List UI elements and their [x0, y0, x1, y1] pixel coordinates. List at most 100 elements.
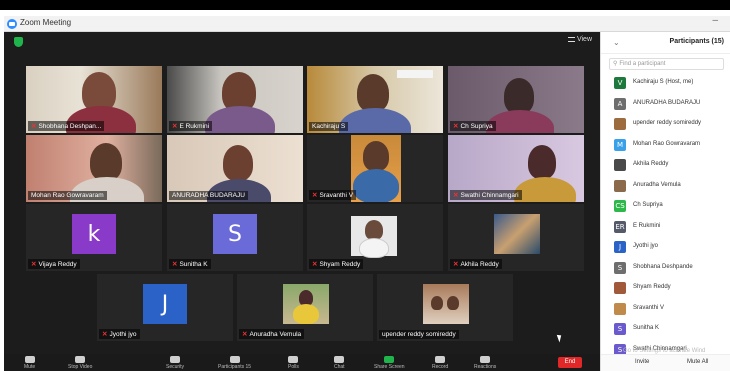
participant-search-input[interactable]: ⚲ Find a participant: [609, 58, 724, 70]
panel-title: Participants (15): [669, 38, 724, 45]
view-button[interactable]: View: [567, 36, 592, 43]
video-tile[interactable]: J ✕ Jyothi jyo: [97, 274, 233, 341]
end-meeting-button[interactable]: End: [558, 357, 582, 368]
participant-name: ANURADHA BUDARAJU: [633, 99, 701, 106]
video-tile[interactable]: ✕ Sravanthi V: [307, 135, 443, 202]
muted-mic-icon: ✕: [242, 331, 248, 338]
video-camera-icon: [75, 356, 86, 363]
participant-avatar: [614, 179, 626, 192]
participant-avatar: S: [614, 261, 626, 274]
participant-name: Ch Supriya: [633, 202, 663, 208]
muted-mic-icon: ✕: [453, 261, 459, 268]
video-tile[interactable]: Mohan Rao Gowravaram: [26, 135, 162, 202]
chat-button[interactable]: Chat: [334, 356, 345, 370]
participant-avatar: [614, 118, 626, 130]
video-tile[interactable]: ✕ Akhila Reddy: [448, 204, 584, 271]
tile-name-label: upender reddy somireddy: [379, 330, 459, 339]
participant-name: Shyam Reddy: [633, 284, 671, 290]
tile-name-label: ✕ Anuradha Vemula: [239, 329, 305, 339]
participant-row[interactable]: ER E Rukmini: [601, 217, 730, 238]
record-button[interactable]: Record: [432, 356, 448, 370]
participant-avatar: [614, 282, 626, 294]
participants-button[interactable]: Participants 15: [218, 356, 251, 370]
participants-panel: ⌄ Participants (15) ⚲ Find a participant …: [600, 32, 730, 371]
muted-mic-icon: ✕: [453, 123, 459, 130]
video-tile[interactable]: k ✕ Vijaya Reddy: [26, 204, 162, 271]
participant-avatar: [614, 159, 626, 171]
participant-row[interactable]: M Mohan Rao Gowravaram: [601, 135, 730, 156]
avatar: J: [143, 284, 187, 324]
chevron-down-icon[interactable]: ⌄: [613, 38, 620, 47]
security-shield-icon[interactable]: [14, 37, 23, 47]
participant-row[interactable]: upender reddy somireddy: [601, 114, 730, 135]
video-tile[interactable]: ✕ E Rukmini: [167, 66, 303, 133]
avatar: k: [72, 214, 116, 254]
muted-mic-icon: ✕: [453, 192, 459, 199]
meeting-gallery: View ✕ Shobhana Deshpan... ✕ E Rukmini Kac…: [4, 32, 600, 354]
participant-row[interactable]: Sravanthi V: [601, 299, 730, 320]
bar-chart-icon: [288, 356, 299, 363]
tile-name-label: ✕ Sunitha K: [169, 259, 211, 269]
mouse-cursor-icon: [556, 333, 564, 343]
avatar: S: [213, 214, 257, 254]
participant-avatar: M: [614, 138, 626, 151]
panel-header: ⌄ Participants (15): [601, 32, 730, 54]
video-tile[interactable]: upender reddy somireddy: [377, 274, 513, 341]
video-tile[interactable]: ✕ Anuradha Vemula: [237, 274, 373, 341]
participant-row[interactable]: CS Ch Supriya: [601, 196, 730, 217]
mute-all-button[interactable]: Mute All: [687, 359, 708, 365]
share-screen-button[interactable]: Share Screen: [374, 356, 405, 370]
video-tile[interactable]: ANURADHA BUDARAJU: [167, 135, 303, 202]
profile-photo: [351, 216, 397, 258]
participant-avatar: ER: [614, 220, 626, 233]
title-bar: Zoom Meeting –: [4, 15, 730, 32]
video-tile[interactable]: S ✕ Sunitha K: [167, 204, 303, 271]
polls-button[interactable]: Polls: [288, 356, 299, 370]
reaction-emoji-icon: [480, 356, 491, 363]
video-tile[interactable]: ✕ Shobhana Deshpan...: [26, 66, 162, 133]
participant-name: Akhila Reddy: [633, 161, 669, 167]
tile-name-label: ✕ Swathi Chinnamgari: [450, 190, 522, 200]
participant-row[interactable]: Anuradha Vemula: [601, 176, 730, 197]
profile-photo: [423, 284, 469, 324]
participant-row[interactable]: S Shobhana Deshpande: [601, 258, 730, 279]
video-tile-active-speaker[interactable]: Kachiraju S: [307, 66, 443, 133]
chat-bubble-icon: [334, 356, 345, 363]
tile-name-label: ✕ Vijaya Reddy: [28, 259, 80, 269]
view-label: View: [576, 36, 592, 43]
tile-name-label: Mohan Rao Gowravaram: [28, 191, 107, 200]
tile-name-label: ✕ Sravanthi V: [309, 190, 357, 200]
participant-row[interactable]: A ANURADHA BUDARAJU: [601, 94, 730, 115]
participant-row[interactable]: V Kachiraju S (Host, me): [601, 73, 730, 94]
grid-view-icon: [567, 36, 575, 42]
security-button[interactable]: Security: [166, 356, 184, 370]
participant-name: Sunitha K: [633, 325, 660, 331]
tile-name-label: ✕ Shyam Reddy: [309, 259, 364, 269]
participant-avatar: S: [614, 323, 626, 335]
minimize-icon[interactable]: –: [712, 15, 718, 26]
tile-name-label: Kachiraju S: [309, 122, 349, 131]
video-tile[interactable]: ✕ Ch Supriya: [448, 66, 584, 133]
participant-row[interactable]: Shyam Reddy: [601, 278, 730, 299]
muted-mic-icon: ✕: [312, 261, 318, 268]
reactions-button[interactable]: Reactions: [474, 356, 496, 370]
record-icon: [435, 356, 446, 363]
video-tile[interactable]: ✕ Shyam Reddy: [307, 204, 443, 271]
participant-avatar: [614, 302, 626, 315]
invite-button[interactable]: Invite: [635, 359, 649, 365]
participant-avatar: J: [614, 241, 626, 253]
tile-name-label: ✕ Jyothi jyo: [99, 329, 140, 339]
profile-photo: [494, 214, 540, 254]
zoom-window: Zoom Meeting – View ✕ Shobhana Deshpan...…: [4, 15, 730, 371]
mute-button[interactable]: Mute: [24, 356, 35, 370]
video-tile[interactable]: ✕ Swathi Chinnamgari: [448, 135, 584, 202]
participant-row[interactable]: S Sunitha K: [601, 319, 730, 340]
participant-avatar: CS: [614, 200, 626, 212]
stop-video-button[interactable]: Stop Video: [68, 356, 92, 370]
profile-photo: [283, 284, 329, 324]
microphone-icon: [24, 356, 35, 363]
participant-row[interactable]: J Jyothi jyo: [601, 237, 730, 258]
search-placeholder: Find a participant: [619, 61, 666, 67]
participant-name: Sravanthi V: [633, 304, 665, 311]
participant-row[interactable]: Akhila Reddy: [601, 155, 730, 176]
